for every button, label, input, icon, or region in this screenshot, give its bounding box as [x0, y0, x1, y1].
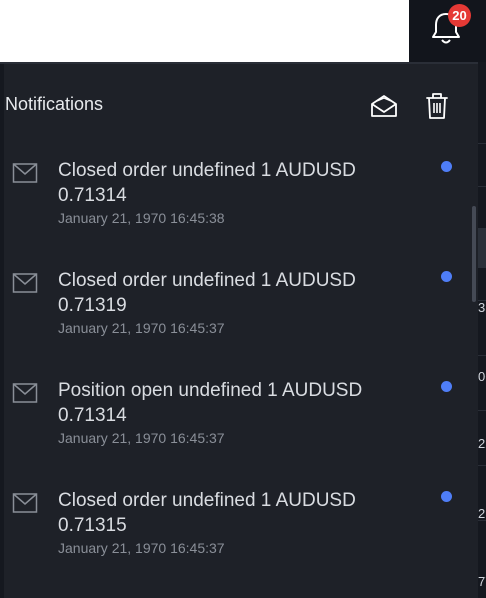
trash-icon: [426, 93, 448, 119]
envelope-icon: [12, 493, 38, 513]
panel-header: Notifications: [4, 64, 478, 146]
scrollbar-thumb[interactable]: [472, 206, 476, 302]
background-divider: [478, 186, 486, 187]
notifications-panel: Notifications Closed order undefined 1 A…: [4, 64, 478, 598]
notification-timestamp: January 21, 1970 16:45:38: [58, 210, 225, 226]
background-divider: [478, 143, 486, 144]
mark-all-read-button[interactable]: [366, 88, 402, 124]
envelope-icon: [12, 163, 38, 183]
unread-indicator: [441, 381, 452, 392]
notification-item[interactable]: Closed order undefined 1 AUDUSD 0.71319 …: [4, 256, 470, 366]
panel-title: Notifications: [5, 94, 104, 114]
notification-title: Closed order undefined 1 AUDUSD 0.71315: [58, 490, 356, 536]
background-divider: [478, 410, 486, 411]
background-value: 22: [478, 436, 486, 451]
notification-title: Closed order undefined 1 AUDUSD 0.71314: [58, 160, 356, 206]
background-chevron-button[interactable]: [478, 228, 486, 268]
notification-count-badge: 20: [448, 4, 471, 27]
notification-item[interactable]: Position open undefined 1 AUDUSD 0.71314…: [4, 366, 470, 476]
notification-title: Position open undefined 1 AUDUSD 0.71314: [58, 380, 363, 426]
notification-timestamp: January 21, 1970 16:45:37: [58, 540, 225, 556]
background-value: 35: [478, 300, 486, 315]
background-divider: [478, 465, 486, 466]
unread-indicator: [441, 161, 452, 172]
delete-all-button[interactable]: [419, 88, 455, 124]
notification-item[interactable]: Closed order undefined 1 AUDUSD 0.71314 …: [4, 146, 470, 256]
envelope-icon: [12, 273, 38, 293]
background-value: 77: [478, 574, 486, 589]
background-divider: [478, 355, 486, 356]
background-value: 21: [478, 506, 486, 521]
unread-indicator: [441, 271, 452, 282]
background-value: 06: [478, 369, 486, 384]
notification-timestamp: January 21, 1970 16:45:37: [58, 430, 225, 446]
notification-title: Closed order undefined 1 AUDUSD 0.71319: [58, 270, 356, 316]
unread-indicator: [441, 491, 452, 502]
open-envelope-icon: [371, 95, 397, 117]
notification-timestamp: January 21, 1970 16:45:37: [58, 320, 225, 336]
envelope-icon: [12, 383, 38, 403]
notification-list: Closed order undefined 1 AUDUSD 0.71314 …: [4, 146, 470, 586]
notification-item[interactable]: Closed order undefined 1 AUDUSD 0.71315 …: [4, 476, 470, 586]
notification-scrollbar[interactable]: [470, 146, 478, 598]
